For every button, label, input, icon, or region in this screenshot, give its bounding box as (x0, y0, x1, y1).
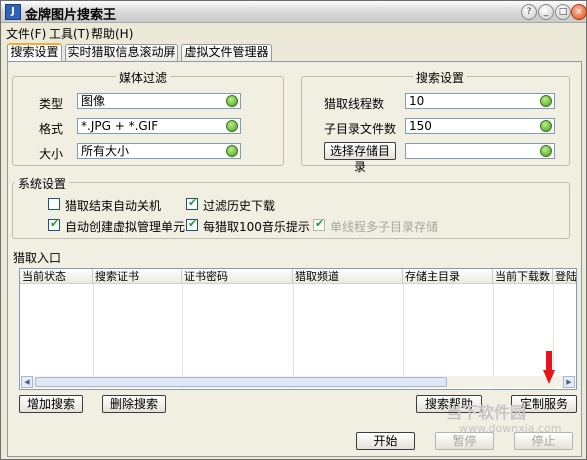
maximize-button[interactable]: □ (555, 4, 571, 20)
type-select[interactable]: 图像 (77, 93, 241, 109)
red-arrow-annotation (543, 351, 555, 384)
checkbox-label: 自动创建虚拟管理单元 (65, 220, 186, 234)
size-value: 所有大小 (81, 144, 130, 158)
search-settings-panel: 媒体过滤 类型 图像 格式 *.JPG + *.GIF 大小 所有大小 搜索设置… (7, 61, 582, 457)
checkbox-label: 猎取结束自动关机 (65, 199, 162, 213)
watermark-logo: 当下软件园 (446, 403, 527, 422)
dropdown-indicator-icon[interactable] (226, 95, 238, 107)
column-header[interactable]: 证书密码 (182, 269, 293, 284)
column-header[interactable]: 当前下载数 (493, 269, 553, 284)
delete-search-button[interactable]: 删除搜索 (102, 395, 166, 413)
system-settings-group: 系统设置 猎取结束自动关机 过滤历史下载 自动创建虚拟管理单元 每猎取100音乐… (12, 175, 570, 239)
column-header[interactable]: 存储主目录 (403, 269, 493, 284)
tab-search-settings[interactable]: 搜索设置 (7, 43, 62, 62)
threads-input[interactable]: 10 (405, 93, 555, 109)
subdir-label: 子目录文件数 (324, 122, 397, 136)
type-value: 图像 (81, 94, 106, 108)
scroll-left-icon[interactable]: ◀ (21, 376, 33, 388)
threads-value: 10 (409, 94, 425, 108)
app-window: J 金牌图片搜索王 ? _ □ × 文件(F) 工具(T) 帮助(H) 搜索设置… (0, 0, 587, 460)
search-settings-group: 搜索设置 猎取线程数 10 子目录文件数 150 选择存储目录 (301, 69, 570, 174)
media-filter-legend: 媒体过滤 (116, 69, 171, 86)
column-header[interactable]: 登陆时 (553, 269, 576, 284)
choose-directory-button[interactable]: 选择存储目录 (324, 142, 396, 174)
directory-input[interactable] (405, 143, 555, 159)
column-divider (493, 284, 494, 389)
threads-label: 猎取线程数 (324, 97, 385, 111)
column-header[interactable]: 当前状态 (20, 269, 93, 284)
format-value: *.JPG + *.GIF (81, 119, 159, 133)
column-divider (182, 284, 183, 389)
table-header: 当前状态 搜索证书 证书密码 猎取频道 存储主目录 当前下载数 登陆时 (20, 269, 576, 284)
checkbox-box[interactable] (48, 198, 60, 210)
subdir-input[interactable]: 150 (405, 118, 555, 134)
size-select[interactable]: 所有大小 (77, 143, 241, 159)
menu-help[interactable]: 帮助(H) (91, 25, 133, 42)
system-settings-legend: 系统设置 (15, 175, 70, 192)
subdir-value: 150 (409, 119, 432, 133)
checkbox-box[interactable] (186, 196, 198, 210)
horizontal-scrollbar[interactable]: ◀ ▶ (21, 376, 575, 388)
type-label: 类型 (39, 97, 64, 111)
entry-table[interactable]: 当前状态 搜索证书 证书密码 猎取频道 存储主目录 当前下载数 登陆时 ◀ ▶ (19, 268, 577, 390)
checkbox-label: 单线程多子目录存储 (330, 220, 439, 234)
size-label: 大小 (39, 147, 64, 161)
media-filter-group: 媒体过滤 类型 图像 格式 *.JPG + *.GIF 大小 所有大小 (12, 69, 284, 166)
format-label: 格式 (39, 122, 64, 136)
watermark-url: www.downxia.com (459, 422, 562, 435)
scroll-thumb[interactable] (35, 377, 447, 387)
app-icon: J (5, 4, 21, 20)
checkbox-box (313, 217, 325, 231)
dropdown-indicator-icon[interactable] (226, 145, 238, 157)
entry-legend: 猎取入口 (10, 249, 65, 266)
column-header[interactable]: 猎取频道 (293, 269, 403, 284)
help-window-button[interactable]: ? (521, 4, 537, 20)
search-settings-legend: 搜索设置 (413, 69, 468, 86)
scroll-right-icon[interactable]: ▶ (563, 376, 575, 388)
spin-indicator-icon[interactable] (540, 120, 552, 132)
window-title: 金牌图片搜索王 (25, 8, 117, 23)
close-button[interactable]: × (571, 4, 587, 20)
start-button[interactable]: 开始 (356, 432, 415, 450)
dropdown-indicator-icon[interactable] (226, 120, 238, 132)
menu-tools[interactable]: 工具(T) (49, 25, 90, 42)
checkbox-label: 过滤历史下载 (203, 199, 276, 213)
column-header[interactable]: 搜索证书 (93, 269, 182, 284)
minimize-button[interactable]: _ (538, 4, 554, 20)
spin-indicator-icon[interactable] (540, 95, 552, 107)
tab-realtime-scroll[interactable]: 实时猎取信息滚动屏 (65, 44, 178, 61)
column-divider (93, 284, 94, 389)
format-select[interactable]: *.JPG + *.GIF (77, 118, 241, 134)
add-search-button[interactable]: 增加搜索 (19, 395, 83, 413)
menu-file[interactable]: 文件(F) (6, 25, 46, 42)
menu-bar: 文件(F) 工具(T) 帮助(H) (1, 24, 586, 41)
checkbox-label: 每猎取100音乐提示 (203, 220, 310, 234)
checkbox-box[interactable] (186, 217, 198, 231)
column-divider (293, 284, 294, 389)
browse-indicator-icon[interactable] (540, 145, 552, 157)
checkbox-box[interactable] (48, 217, 60, 231)
title-bar[interactable]: J 金牌图片搜索王 ? _ □ × (1, 1, 587, 23)
tab-virtual-file-manager[interactable]: 虚拟文件管理器 (181, 44, 272, 61)
column-divider (403, 284, 404, 389)
